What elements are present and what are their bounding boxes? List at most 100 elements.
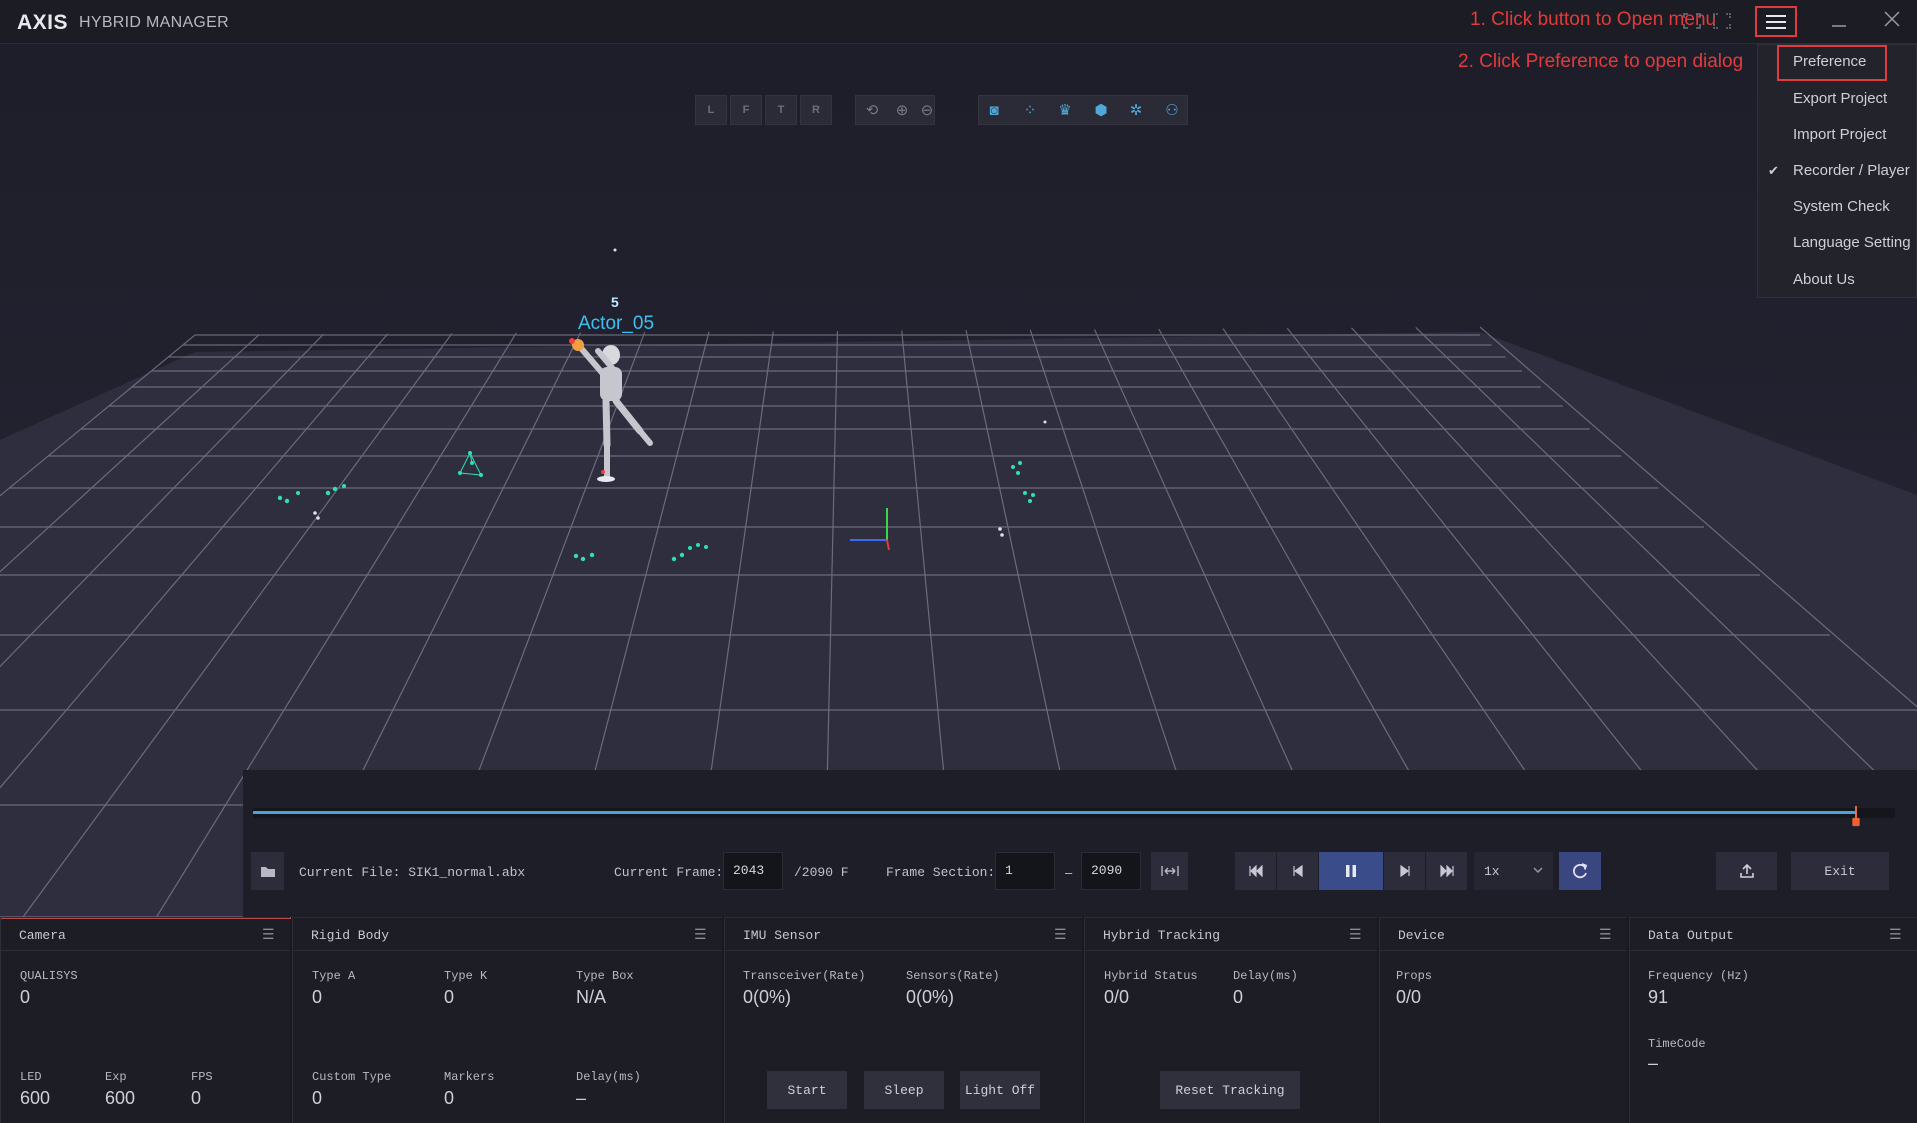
menu-item-export-project[interactable]: Export Project [1758,82,1917,116]
menu-item-label: Recorder / Player [1793,162,1910,179]
hybrid-delay-value: 0 [1233,987,1244,1007]
panel-title: Device [1398,928,1445,943]
panel-settings-icon[interactable]: ☰ [1054,927,1070,941]
section-start-input[interactable]: 1 [995,852,1055,890]
exp-label: Exp [105,1070,127,1084]
timeline-playhead[interactable] [1851,806,1861,828]
type-a-value: 0 [312,987,323,1007]
section-end-input[interactable]: 2090 [1081,852,1141,890]
view-right-button[interactable]: R [800,95,832,125]
panel-settings-icon[interactable]: ☰ [1349,927,1365,941]
next-frame-button[interactable] [1384,852,1425,890]
main-menu-dropdown: Preference Export Project Import Project… [1757,44,1917,298]
sensors-value: 0(0%) [906,987,955,1007]
title-bar: AXIS HYBRID MANAGER 1. Click button to O… [0,0,1917,44]
timecode-label: TimeCode [1648,1037,1706,1051]
qualisys-label: QUALISYS [20,969,78,983]
markers-value: 0 [444,1088,455,1108]
last-frame-button[interactable] [1426,852,1467,890]
close-window-button[interactable] [1878,8,1906,36]
minimize-icon [1832,25,1846,27]
actor-id-label: 5 [611,294,619,310]
actor-name-label: Actor_05 [578,313,655,334]
annotation-step-1: 1. Click button to Open menu [1470,9,1717,30]
skeleton-toggle-icon[interactable]: ✲ [1123,99,1149,123]
skip-to-start-icon [1248,865,1263,877]
frequency-value: 91 [1648,987,1669,1007]
transceiver-label: Transceiver(Rate) [743,969,866,983]
folder-icon [260,866,275,877]
upload-icon [1739,863,1754,878]
menu-item-recorder-player[interactable]: ✔ Recorder / Player [1758,154,1917,188]
check-icon: ✔ [1768,163,1779,178]
actor-toggle-icon[interactable]: ⚇ [1159,99,1185,123]
markers-label: Markers [444,1070,495,1084]
menu-item-import-project[interactable]: Import Project [1758,118,1917,152]
props-value: 0/0 [1396,987,1422,1007]
type-k-value: 0 [444,987,455,1007]
camera-toggle-icon[interactable]: ◙ [981,99,1007,123]
timeline-track[interactable] [253,806,1895,827]
display-toggle-group [978,95,1188,125]
markers-toggle-icon[interactable]: ⁘ [1017,99,1043,123]
sleep-button[interactable]: Sleep [864,1071,944,1109]
custom-type-value: 0 [312,1088,323,1108]
type-a-label: Type A [312,969,356,983]
zoom-out-icon[interactable]: ⊖ [915,99,939,123]
exit-button[interactable]: Exit [1791,852,1889,890]
panel-title: Camera [19,928,66,943]
panel-settings-icon[interactable]: ☰ [262,927,278,941]
box-toggle-icon[interactable]: ⬢ [1088,99,1114,123]
rigid-body-panel: Rigid Body ☰ Type A 0 Type K 0 Type Box … [292,917,722,1123]
type-box-value: N/A [576,987,607,1007]
previous-frame-button[interactable] [1277,852,1318,890]
menu-item-system-check[interactable]: System Check [1758,190,1917,224]
rigid-body-toggle-icon[interactable]: ♛ [1052,99,1078,123]
fit-range-icon [1160,866,1179,876]
view-left-button[interactable]: L [695,95,727,125]
loop-button[interactable] [1559,852,1601,890]
frequency-label: Frequency (Hz) [1648,969,1749,983]
view-front-button[interactable]: F [730,95,762,125]
menu-item-label: Import Project [1793,126,1887,143]
hybrid-status-value: 0/0 [1104,987,1130,1007]
minimize-button[interactable] [1826,8,1852,36]
panel-header: IMU Sensor ☰ [725,917,1082,951]
panel-settings-icon[interactable]: ☰ [1889,927,1905,941]
current-file-label: Current File: SIK1_normal.abx [299,865,526,880]
reset-tracking-button[interactable]: Reset Tracking [1160,1071,1300,1109]
reset-view-icon[interactable]: ⟲ [860,99,884,123]
zoom-in-icon[interactable]: ⊕ [890,99,914,123]
loop-icon [1573,863,1588,879]
preference-highlight-box [1777,45,1887,81]
panel-title: IMU Sensor [743,928,822,943]
menu-item-language-setting[interactable]: Language Setting [1758,226,1917,260]
panel-header: Hybrid Tracking ☰ [1085,917,1377,951]
panel-settings-icon[interactable]: ☰ [1599,927,1615,941]
status-panels: Camera ☰ QUALISYS 0 LED 600 Exp 600 FPS … [0,917,1917,1123]
export-button[interactable] [1716,852,1777,890]
panel-settings-icon[interactable]: ☰ [694,927,710,941]
fullscreen-icon[interactable] [1711,12,1733,32]
speed-select[interactable]: 1x [1474,852,1553,890]
first-frame-button[interactable] [1235,852,1276,890]
type-box-label: Type Box [576,969,634,983]
annotation-step-2: 2. Click Preference to open dialog [1458,51,1744,72]
screenshot-icon[interactable] [1681,12,1703,32]
open-file-button[interactable] [251,852,284,890]
pause-icon [1346,865,1356,877]
skip-to-end-icon [1439,865,1454,877]
pause-button[interactable] [1319,852,1383,890]
fit-section-button[interactable] [1151,852,1188,890]
light-off-button[interactable]: Light Off [960,1071,1040,1109]
start-button[interactable]: Start [767,1071,847,1109]
exp-value: 600 [105,1088,136,1108]
current-frame-input[interactable]: 2043 [723,852,783,890]
sensors-label: Sensors(Rate) [906,969,1000,983]
section-dash: – [1065,865,1073,880]
view-top-button[interactable]: T [765,95,797,125]
menu-item-about-us[interactable]: About Us [1758,263,1917,297]
app-title: HYBRID MANAGER [79,14,229,31]
speed-value: 1x [1484,863,1500,879]
hamburger-menu-button[interactable] [1755,6,1797,37]
